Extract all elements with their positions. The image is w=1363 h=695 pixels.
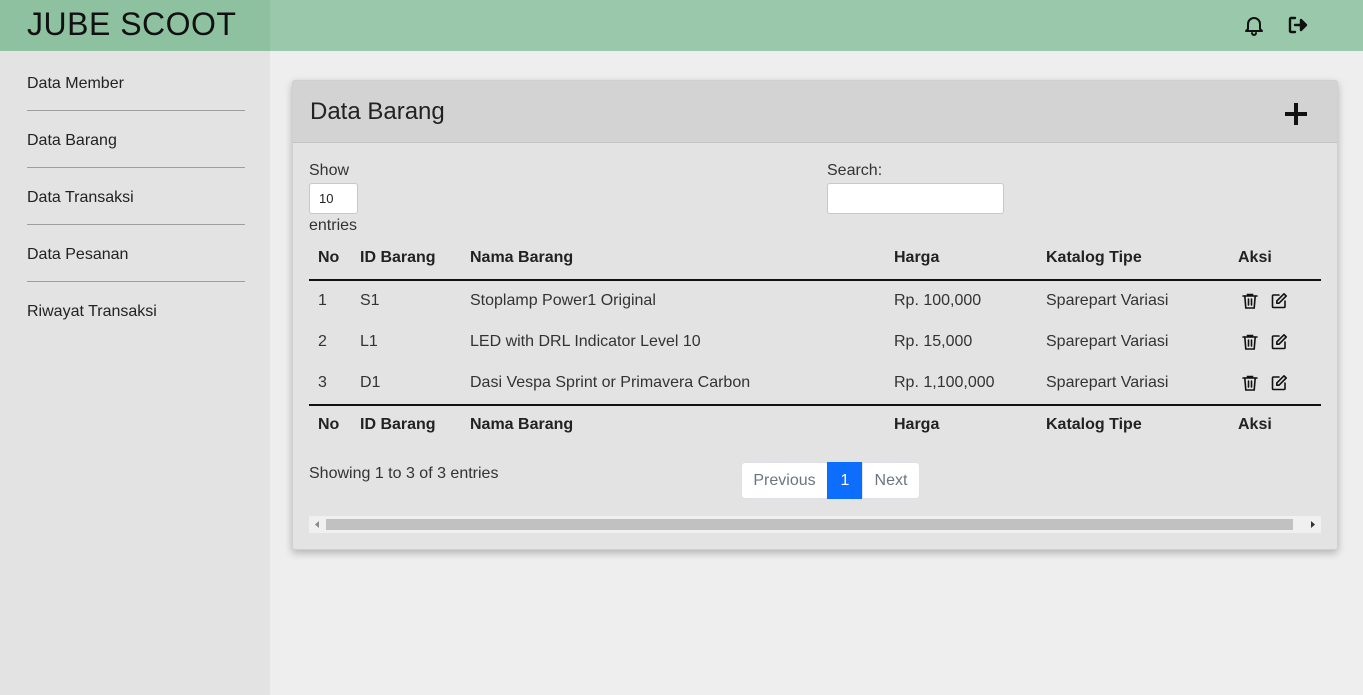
table-info: Showing 1 to 3 of 3 entries	[309, 465, 499, 482]
sidebar-item-data-pesanan[interactable]: Data Pesanan	[27, 225, 245, 282]
edit-icon[interactable]	[1270, 374, 1288, 392]
previous-button[interactable]: Previous	[741, 462, 828, 499]
column-header-nama-barang[interactable]: Nama Barang	[470, 249, 573, 267]
cell-no: 2	[318, 333, 327, 350]
sidebar-item-data-transaksi[interactable]: Data Transaksi	[27, 168, 245, 225]
cell-id-barang: L1	[360, 333, 378, 350]
sidebar-item-label: Data Barang	[27, 132, 117, 149]
sidebar-item-label: Data Pesanan	[27, 246, 129, 263]
sidebar-item-label: Riwayat Transaksi	[27, 303, 157, 320]
cell-katalog-tipe: Sparepart Variasi	[1046, 374, 1169, 391]
column-footer-katalog-tipe: Katalog Tipe	[1046, 416, 1142, 433]
scroll-left-arrow-icon[interactable]	[309, 516, 326, 533]
trash-icon[interactable]	[1241, 374, 1259, 392]
cell-harga: Rp. 100,000	[894, 292, 982, 309]
column-header-katalog-tipe[interactable]: Katalog Tipe	[1046, 249, 1142, 267]
plus-icon[interactable]	[1283, 101, 1309, 127]
cell-nama-barang: Stoplamp Power1 Original	[470, 292, 656, 309]
sidebar: Data Member Data Barang Data Transaksi D…	[0, 51, 270, 695]
scroll-right-arrow-icon[interactable]	[1304, 516, 1321, 533]
column-header-aksi: Aksi	[1238, 249, 1272, 266]
card-header: Data Barang	[293, 81, 1337, 143]
table-row: 1 S1 Stoplamp Power1 Original Rp. 100,00…	[309, 281, 1321, 322]
page-1-button[interactable]: 1	[827, 462, 863, 499]
scrollbar-thumb[interactable]	[326, 519, 1293, 530]
cell-harga: Rp. 15,000	[894, 333, 973, 350]
cell-katalog-tipe: Sparepart Variasi	[1046, 292, 1169, 309]
trash-icon[interactable]	[1241, 292, 1259, 310]
cell-no: 1	[318, 292, 327, 309]
table-row: 3 D1 Dasi Vespa Sprint or Primavera Carb…	[309, 363, 1321, 404]
bell-icon[interactable]	[1242, 13, 1266, 37]
column-footer-nama-barang: Nama Barang	[470, 416, 574, 433]
cell-id-barang: S1	[360, 292, 380, 309]
sidebar-item-label: Data Member	[27, 75, 124, 92]
column-footer-id-barang: ID Barang	[360, 416, 436, 433]
search-input[interactable]	[827, 183, 1004, 214]
entries-label: entries	[309, 217, 358, 234]
sidebar-item-data-member[interactable]: Data Member	[27, 54, 245, 111]
show-label: Show	[309, 162, 350, 179]
data-barang-card: Data Barang Show 10 entries Search: No I…	[292, 80, 1338, 550]
sign-out-icon[interactable]	[1286, 13, 1310, 37]
cell-no: 3	[318, 374, 327, 391]
cell-nama-barang: LED with DRL Indicator Level 10	[470, 333, 701, 350]
next-button[interactable]: Next	[862, 462, 920, 499]
brand: JUBE SCOOT	[0, 0, 270, 51]
card-title: Data Barang	[310, 98, 445, 125]
column-footer-harga: Harga	[894, 416, 940, 433]
column-header-no[interactable]: No	[318, 249, 339, 267]
horizontal-scrollbar[interactable]	[309, 516, 1321, 533]
sidebar-item-data-barang[interactable]: Data Barang	[27, 111, 245, 168]
column-footer-aksi: Aksi	[1238, 416, 1272, 433]
cell-harga: Rp. 1,100,000	[894, 374, 995, 391]
sidebar-item-riwayat-transaksi[interactable]: Riwayat Transaksi	[27, 282, 245, 339]
edit-icon[interactable]	[1270, 292, 1288, 310]
top-navbar: JUBE SCOOT	[0, 0, 1363, 51]
column-header-id-barang[interactable]: ID Barang	[360, 249, 436, 267]
brand-title: JUBE SCOOT	[27, 6, 237, 42]
cell-id-barang: D1	[360, 374, 381, 391]
table-footer-row: No ID Barang Nama Barang Harga Katalog T…	[309, 405, 1321, 446]
table-header-row: No ID Barang Nama Barang Harga Katalog T…	[309, 238, 1321, 279]
trash-icon[interactable]	[1241, 333, 1259, 351]
column-header-harga[interactable]: Harga	[894, 249, 939, 267]
table-row: 2 L1 LED with DRL Indicator Level 10 Rp.…	[309, 322, 1321, 363]
column-footer-no: No	[318, 416, 340, 433]
search-label: Search:	[827, 162, 883, 179]
cell-nama-barang: Dasi Vespa Sprint or Primavera Carbon	[470, 374, 751, 391]
sidebar-item-label: Data Transaksi	[27, 189, 134, 206]
entries-select[interactable]: 10	[309, 183, 358, 214]
cell-katalog-tipe: Sparepart Variasi	[1046, 333, 1169, 350]
edit-icon[interactable]	[1270, 333, 1288, 351]
